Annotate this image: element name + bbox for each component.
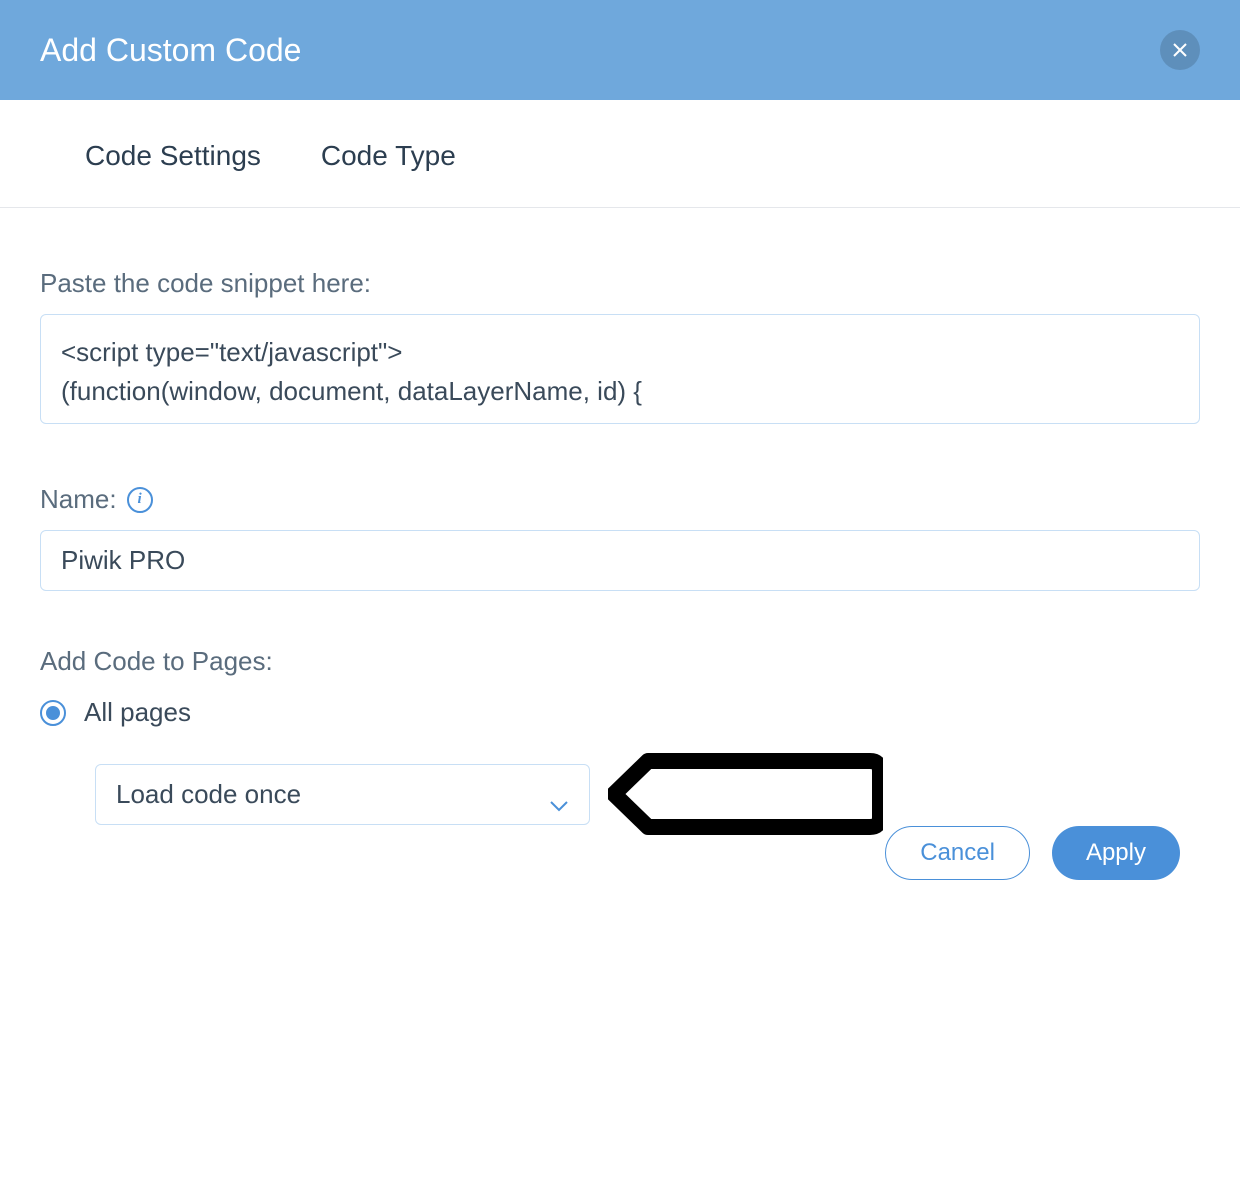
name-input[interactable] <box>40 530 1200 591</box>
code-snippet-label: Paste the code snippet here: <box>40 268 1200 299</box>
modal-footer: Cancel Apply <box>885 826 1180 880</box>
load-code-select[interactable]: Load code once <box>95 764 590 825</box>
cancel-button[interactable]: Cancel <box>885 826 1030 880</box>
radio-all-pages[interactable] <box>40 700 66 726</box>
arrow-left-icon <box>608 753 883 835</box>
modal-title: Add Custom Code <box>40 32 301 69</box>
radio-all-pages-row: All pages <box>40 697 1200 728</box>
tabs-bar: Code Settings Code Type <box>0 100 1240 208</box>
apply-button[interactable]: Apply <box>1052 826 1180 880</box>
radio-all-pages-label: All pages <box>84 697 191 728</box>
modal-content: Paste the code snippet here: Name: i Add… <box>0 208 1240 930</box>
close-icon <box>1172 42 1188 58</box>
radio-selected-icon <box>46 706 60 720</box>
add-to-pages-field: Add Code to Pages: All pages Load code o… <box>40 646 1200 835</box>
pointer-annotation <box>608 753 883 835</box>
close-button[interactable] <box>1160 30 1200 70</box>
name-label-text: Name: <box>40 484 117 515</box>
load-code-select-value: Load code once <box>116 779 301 810</box>
add-to-pages-label: Add Code to Pages: <box>40 646 1200 677</box>
tab-code-settings[interactable]: Code Settings <box>85 140 261 172</box>
name-field: Name: i <box>40 484 1200 591</box>
info-icon[interactable]: i <box>127 487 153 513</box>
chevron-down-icon <box>549 788 569 800</box>
load-select-row: Load code once <box>40 753 1200 835</box>
code-snippet-field: Paste the code snippet here: <box>40 268 1200 429</box>
name-label: Name: i <box>40 484 1200 515</box>
code-snippet-input[interactable] <box>40 314 1200 424</box>
modal-header: Add Custom Code <box>0 0 1240 100</box>
tab-code-type[interactable]: Code Type <box>321 140 456 172</box>
